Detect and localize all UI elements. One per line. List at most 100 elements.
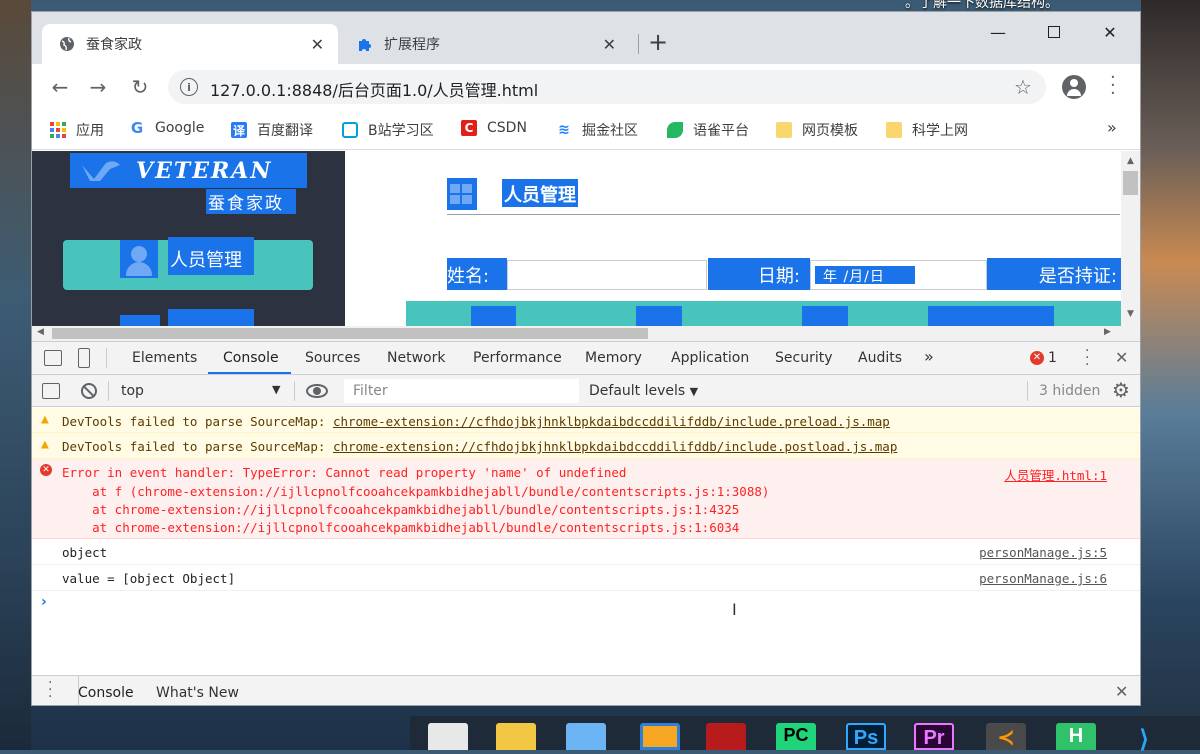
desktop-background-right [1141,0,1200,750]
console-log: object personManage.js:5 [32,539,1140,565]
console-warning: ▲ DevTools failed to parse SourceMap: ch… [32,433,1140,459]
bookmark-proxy[interactable]: 科学上网 [886,120,968,140]
tab-audits[interactable]: Audits [858,350,902,366]
tab-extensions[interactable]: 扩展程序 ✕ [344,24,630,64]
tab-application[interactable]: Application [671,350,749,366]
sublime-icon[interactable]: ≺ [986,723,1026,750]
console-log: value = [object Object] personManage.js:… [32,565,1140,591]
horizontal-scrollbar[interactable]: ◀ ▶ [32,326,1140,341]
more-bookmarks-icon[interactable]: » [1107,118,1117,137]
bookmark-juejin[interactable]: ≋ 掘金社区 [556,120,638,140]
error-count[interactable]: 1 [1048,350,1057,366]
context-selector[interactable]: top ▼ [114,375,289,407]
bookmark-baidu-translate[interactable]: 译百度翻译 [231,120,313,140]
scroll-up-icon[interactable]: ▲ [1127,156,1134,166]
close-devtools-icon[interactable]: ✕ [1115,348,1128,367]
folder-icon[interactable] [566,723,606,750]
toolbar-divider [106,348,107,368]
reload-icon[interactable]: ↻ [128,75,152,99]
error-source-link[interactable]: 人员管理.html:1 [1004,465,1107,484]
pycharm-icon[interactable]: PC [776,723,816,750]
close-tab-icon[interactable]: ✕ [311,35,324,54]
tab-sources[interactable]: Sources [305,350,360,366]
console-prompt-icon: › [41,594,47,610]
address-bar[interactable]: i 127.0.0.1:8848/后台页面1.0/人员管理.html ☆ [168,70,1046,104]
menu-kebab-icon[interactable]: · · · [1110,69,1116,103]
more-tabs-icon[interactable]: » [924,347,934,366]
drawer-tab-whats-new[interactable]: What's New [156,685,239,701]
clear-console-icon[interactable] [81,383,97,399]
log-source-link[interactable]: personManage.js:5 [979,545,1107,560]
inspect-element-icon[interactable] [44,350,62,366]
bookmarks-bar: 应用 G Google 译百度翻译 B站学习区 C CSDN ≋ 掘金社区 语雀平台 … [32,110,1140,150]
vertical-scrollbar[interactable]: ▲ ▼ [1121,151,1140,326]
scroll-down-icon[interactable]: ▼ [1127,309,1134,319]
name-input[interactable] [507,260,707,290]
grid-icon [447,178,477,210]
photoshop-icon[interactable]: Ps [846,723,886,750]
bookmark-google[interactable]: G Google [129,119,205,137]
scroll-left-icon[interactable]: ◀ [37,327,44,337]
hbuilder-icon[interactable]: H [1056,723,1096,750]
new-tab-icon[interactable]: + [648,30,668,54]
error-stack-line[interactable]: at chrome-extension://ijllcpnolfcooahcek… [62,501,739,519]
close-drawer-icon[interactable]: ✕ [1115,682,1128,701]
sourcemap-link[interactable]: chrome-extension://cfhdojbkjhnklbpkdaibd… [333,414,890,429]
warning-icon: ▲ [41,412,49,427]
devtools-menu-icon[interactable]: · · · [1085,344,1089,372]
logo-mark-icon [82,160,120,181]
error-icon[interactable]: ✕ [1030,351,1044,365]
vscode-icon[interactable]: ⟩ [1124,723,1164,753]
scrollbar-thumb[interactable] [1123,171,1138,195]
log-levels-dropdown[interactable]: Default levels ▼ [589,383,698,399]
bookmark-web-templates[interactable]: 网页模板 [776,120,858,140]
profile-avatar-icon[interactable] [1062,75,1086,99]
drawer-menu-icon[interactable]: · · · [48,676,52,704]
winrar-icon[interactable] [706,723,746,750]
tab-title: 蚕食家政 [86,37,142,53]
sidebar-toggle-icon[interactable] [42,383,60,399]
close-tab-icon[interactable]: ✕ [603,35,616,54]
scroll-right-icon[interactable]: ▶ [1104,327,1111,337]
date-input[interactable]: 年 /月/日 [810,260,987,290]
recycle-bin-icon[interactable] [428,723,468,750]
bilibili-icon [342,122,358,138]
tab-elements[interactable]: Elements [132,350,197,366]
device-toolbar-icon[interactable] [78,348,90,368]
close-window-icon[interactable]: ✕ [1087,20,1133,44]
premiere-icon[interactable]: Pr [914,723,954,750]
live-expression-eye-icon[interactable] [306,384,328,398]
forward-arrow-icon[interactable]: → [86,75,110,99]
log-source-link[interactable]: personManage.js:6 [979,571,1107,586]
console-input[interactable] [62,592,1122,662]
bookmark-csdn[interactable]: C CSDN [461,120,527,136]
maximize-icon[interactable] [1031,20,1077,44]
bookmark-yuque[interactable]: 语雀平台 [667,120,749,140]
desktop-background-left [0,0,31,750]
bookmark-star-icon[interactable]: ☆ [1014,75,1032,99]
error-stack-line[interactable]: at chrome-extension://ijllcpnolfcooahcek… [62,519,739,537]
bookmark-bilibili[interactable]: B站学习区 [342,120,434,140]
console-settings-gear-icon[interactable]: ⚙ [1112,378,1130,402]
explorer-icon[interactable] [640,723,680,750]
bookmark-apps[interactable]: 应用 [50,120,104,140]
scrollbar-thumb[interactable] [52,328,648,339]
name-label: 姓名: [447,258,507,290]
error-stack-line[interactable]: at f (chrome-extension://ijllcpnolfcooah… [62,483,769,501]
tab-memory[interactable]: Memory [585,350,642,366]
tab-console[interactable]: Console [223,350,279,366]
tab-security[interactable]: Security [775,350,833,366]
files-icon[interactable] [496,723,536,750]
minimize-icon[interactable]: — [975,20,1021,44]
back-arrow-icon[interactable]: ← [48,75,72,99]
tab-performance[interactable]: Performance [473,350,562,366]
date-label: 日期: [708,258,810,290]
tab-network[interactable]: Network [387,350,445,366]
page-sidebar: VETERAN 蚕食家政 人员管理 [32,151,345,341]
brand-name: 蚕食家政 [206,189,296,214]
tab-active[interactable]: 蚕食家政 ✕ [42,24,338,64]
filter-input[interactable]: Filter [344,379,579,403]
info-icon[interactable]: i [180,78,198,96]
drawer-tab-console[interactable]: Console [78,685,134,701]
sourcemap-link[interactable]: chrome-extension://cfhdojbkjhnklbpkdaibd… [333,439,897,454]
